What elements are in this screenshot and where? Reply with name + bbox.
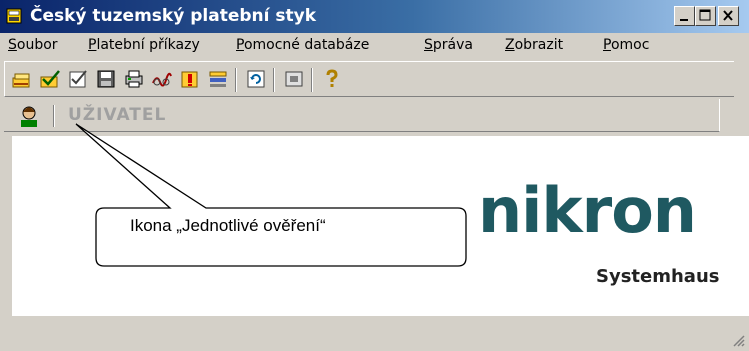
toolbar-button-refresh[interactable] <box>245 68 267 90</box>
verify-checklist-icon <box>69 70 87 88</box>
brand-logo-subtitle: Systemhaus <box>596 266 720 287</box>
user-bar: UŽIVATEL <box>4 99 720 132</box>
toolbar-separator-3 <box>311 68 313 92</box>
user-separator <box>53 105 55 127</box>
user-label: UŽIVATEL <box>68 105 167 125</box>
callout-text: Ikona „Jednotlivé ověření“ <box>130 216 326 235</box>
menu-platebni-label: latební příkazy <box>96 37 200 53</box>
menu-pomoc-accel: P <box>603 37 611 53</box>
menu-platebni-prikazy[interactable]: Platební příkazy <box>88 37 200 53</box>
list-icon <box>209 71 227 87</box>
single-verification-icon <box>40 70 60 88</box>
menu-pomocne-databaze[interactable]: Pomocné databáze <box>236 37 369 53</box>
save-icon <box>97 70 115 88</box>
toolbar-button-signature[interactable] <box>151 68 173 90</box>
refresh-icon <box>247 70 265 88</box>
menu-pomoc-label: omoc <box>610 37 650 53</box>
resize-grip-icon[interactable] <box>731 333 745 347</box>
title-bar[interactable]: Český tuzemský platební styk <box>0 0 749 33</box>
toolbar-separator-2 <box>273 68 275 92</box>
window-title: Český tuzemský platební styk <box>30 6 316 26</box>
signature-icon <box>152 72 172 87</box>
menu-zobrazit[interactable]: Zobrazit <box>505 37 563 53</box>
menu-soubor[interactable]: Soubor <box>8 37 58 53</box>
toolbar-button-save[interactable] <box>95 68 117 90</box>
maximize-icon <box>699 9 711 21</box>
toolbar <box>4 61 734 97</box>
menu-sprava-label: práva <box>432 37 473 53</box>
menu-pomoc[interactable]: Pomoc <box>603 37 649 53</box>
print-icon <box>125 70 143 88</box>
toolbar-button-export[interactable] <box>179 68 201 90</box>
menu-soubor-accel: S <box>8 37 17 53</box>
toolbar-separator <box>235 68 237 92</box>
application-window: Český tuzemský platební styk Soubor Plat… <box>0 0 749 351</box>
minimize-button[interactable] <box>674 6 695 26</box>
toolbar-button-single-verification[interactable] <box>39 68 61 90</box>
menu-sprava[interactable]: Správa <box>424 37 473 53</box>
toolbar-button-verify-list[interactable] <box>67 68 89 90</box>
menu-pomocne-accel: P <box>236 37 244 53</box>
maximize-button[interactable] <box>695 6 716 26</box>
toolbar-button-payment-order[interactable] <box>11 68 33 90</box>
app-icon <box>6 8 22 24</box>
toolbar-button-list[interactable] <box>207 68 229 90</box>
menu-zobrazit-accel: Z <box>505 37 515 53</box>
user-icon[interactable] <box>16 103 42 129</box>
export-icon <box>181 71 198 88</box>
minimize-icon <box>680 19 688 21</box>
toolbar-button-help[interactable] <box>321 68 343 90</box>
close-icon <box>723 10 733 21</box>
brand-logo: nikron <box>478 174 697 247</box>
toolbar-button-print[interactable] <box>123 68 145 90</box>
help-icon <box>326 69 338 87</box>
close-button[interactable] <box>718 6 739 26</box>
window-icon <box>285 71 303 87</box>
toolbar-button-window[interactable] <box>283 68 305 90</box>
menu-pomocne-label: omocné databáze <box>243 37 370 53</box>
payment-order-icon <box>12 73 30 88</box>
menu-bar: Soubor Platební příkazy Pomocné databáze… <box>0 33 749 59</box>
status-bar <box>12 315 749 351</box>
menu-sprava-accel: S <box>424 37 433 53</box>
menu-soubor-label: oubor <box>16 37 58 53</box>
menu-zobrazit-label: obrazit <box>514 37 564 53</box>
